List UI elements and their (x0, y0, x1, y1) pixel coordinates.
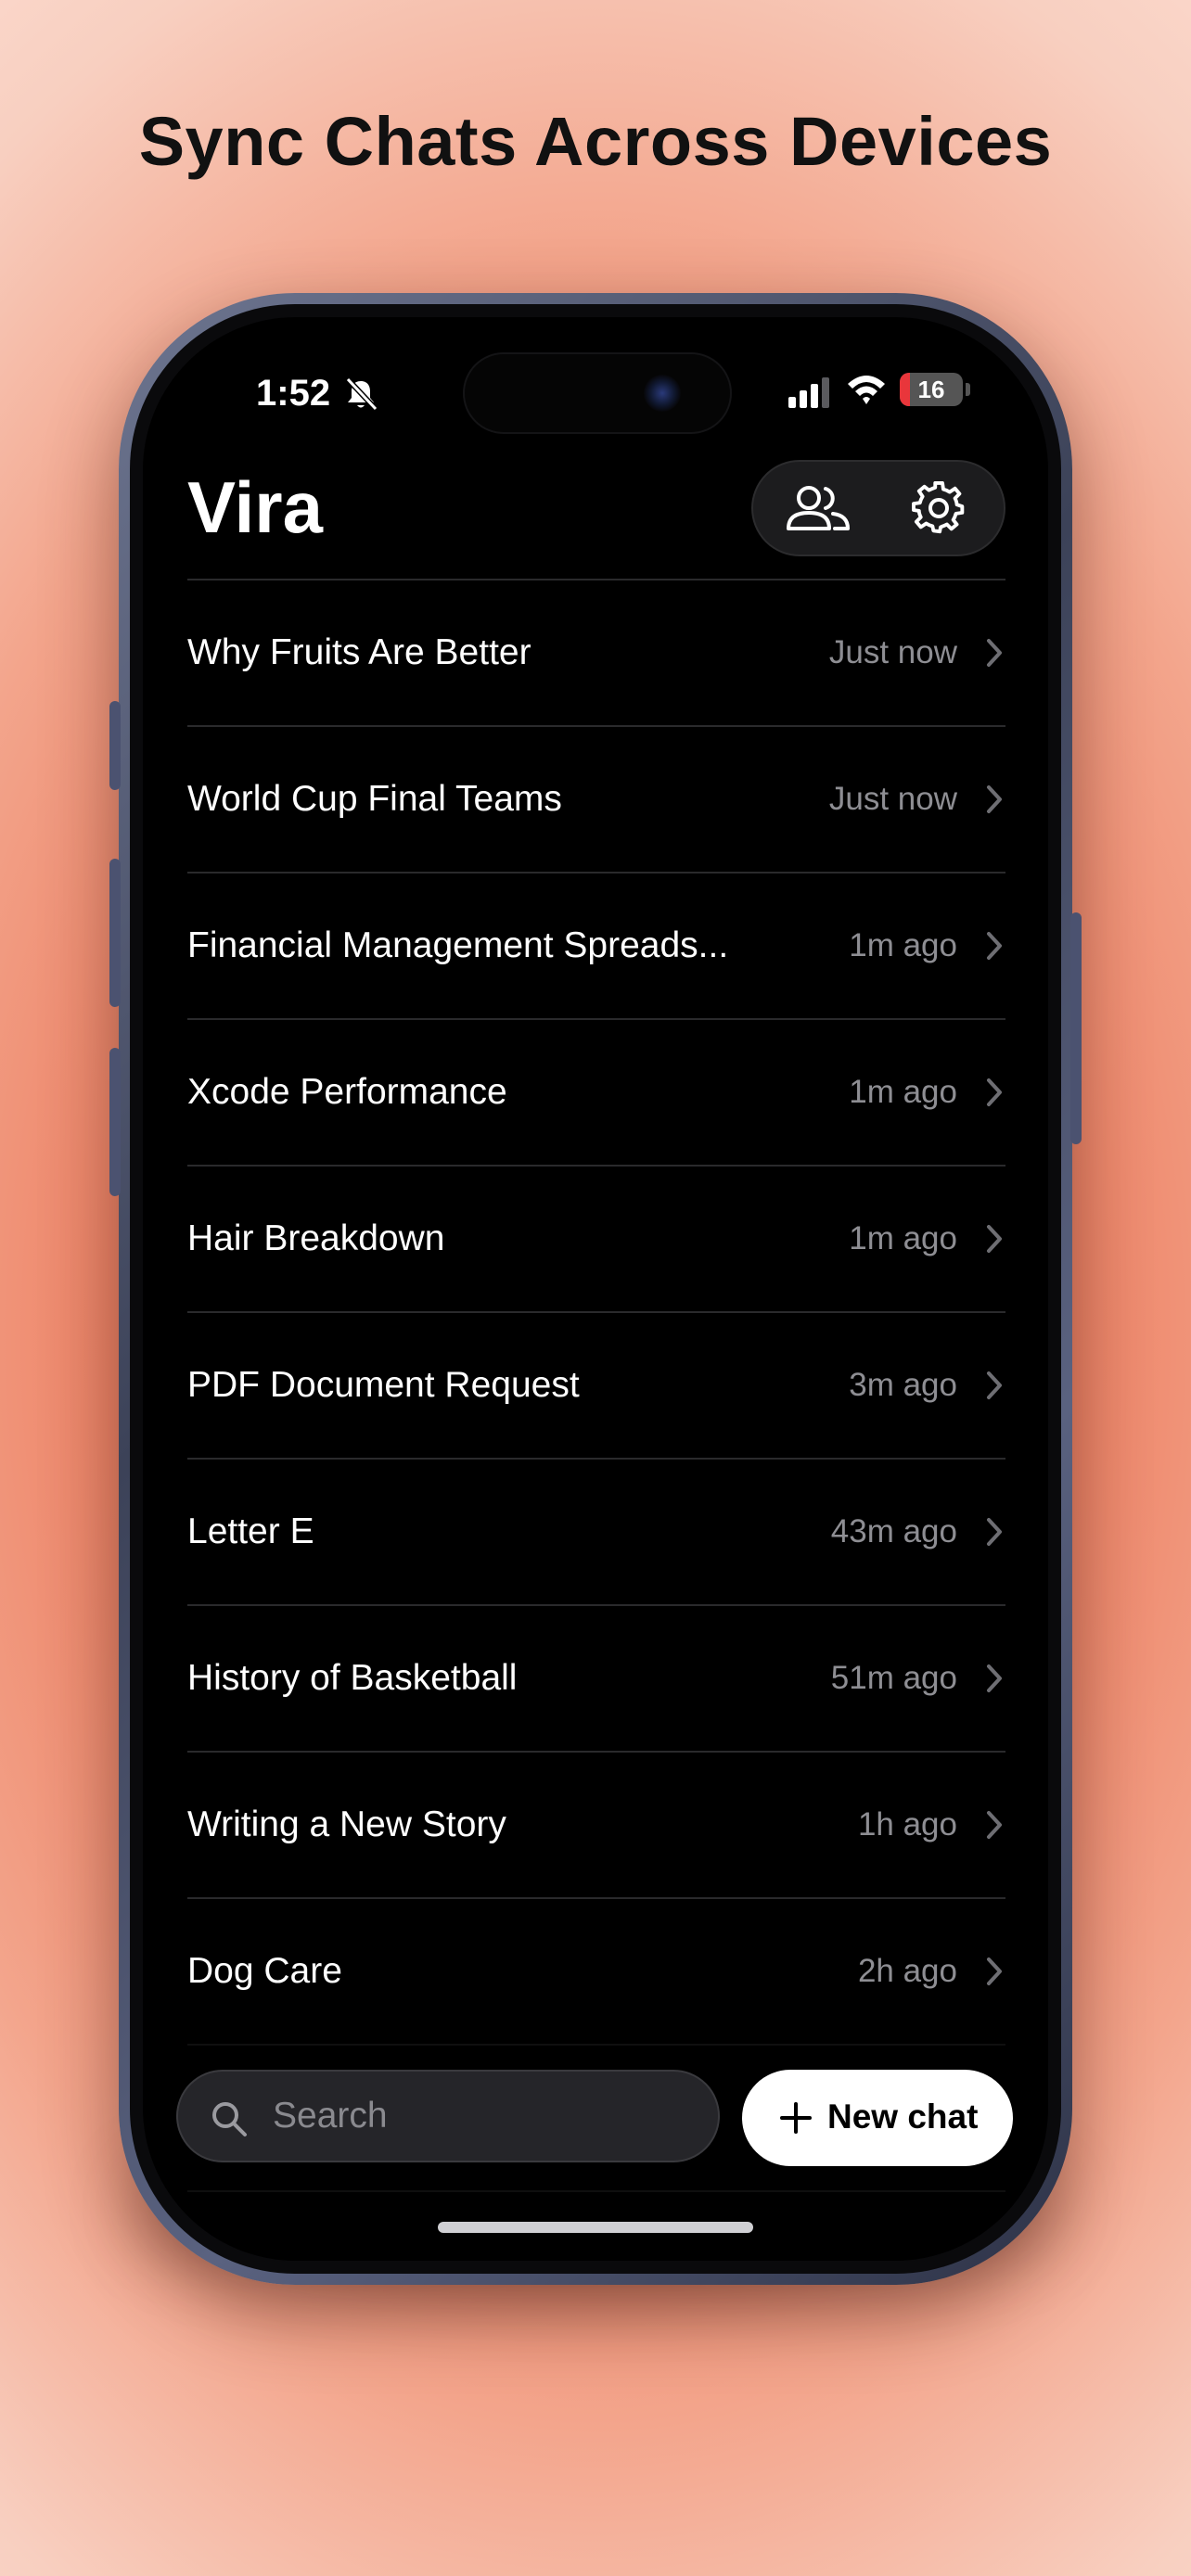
chevron-right-icon (987, 1664, 1002, 1692)
chat-timestamp: 1m ago (849, 1220, 957, 1256)
search-input[interactable]: Search (273, 2096, 388, 2136)
chat-list-item[interactable]: Writing a New Story 1h ago (187, 1751, 1005, 1897)
chat-timestamp: 1m ago (849, 927, 957, 963)
wifi-icon (848, 376, 885, 404)
chat-title: Financial Management Spreads... (187, 925, 729, 965)
chat-title: World Cup Final Teams (187, 779, 562, 819)
chat-list-item[interactable]: Financial Management Spreads... 1m ago (187, 872, 1005, 1018)
search-field[interactable]: Search (176, 2070, 720, 2162)
chevron-right-icon (987, 1811, 1002, 1839)
status-time: 1:52 (256, 373, 331, 414)
status-bar: 1:52 16 (143, 317, 1048, 465)
chat-title: Why Fruits Are Better (187, 632, 531, 672)
new-chat-label: New chat (827, 2098, 979, 2136)
gear-icon (912, 481, 965, 534)
chevron-right-icon (987, 1958, 1002, 1985)
chat-list-item[interactable]: Xcode Performance 1m ago (187, 1018, 1005, 1165)
bottom-bar: Search New chat (176, 2070, 1015, 2166)
silent-bell-icon (345, 376, 378, 412)
chat-timestamp: 1h ago (857, 1806, 957, 1843)
search-icon (212, 2102, 247, 2136)
volume-down-button (109, 1048, 121, 1196)
battery-tip (966, 383, 970, 396)
battery-level: 16 (917, 376, 945, 403)
chat-timestamp: 1m ago (849, 1074, 957, 1110)
settings-button[interactable] (883, 462, 994, 555)
chat-timestamp: 51m ago (830, 1660, 957, 1696)
camera-lens (644, 375, 681, 412)
chat-title: History of Basketball (187, 1658, 518, 1698)
chat-timestamp: 43m ago (830, 1513, 957, 1549)
chat-timestamp: Just now (828, 781, 957, 817)
chat-title: Letter E (187, 1511, 314, 1551)
action-button (109, 701, 121, 790)
chevron-right-icon (987, 932, 1002, 960)
chat-title: Hair Breakdown (187, 1218, 445, 1258)
dynamic-island (463, 352, 732, 434)
chevron-right-icon (987, 1225, 1002, 1253)
chevron-right-icon (987, 785, 1002, 813)
volume-up-button (109, 859, 121, 1007)
promo-headline: Sync Chats Across Devices (138, 103, 1053, 180)
chat-title: Dog Care (187, 1951, 342, 1991)
chat-list-item[interactable]: PDF Document Request 3m ago (187, 1311, 1005, 1458)
home-indicator[interactable] (438, 2222, 753, 2233)
phone-screen: 1:52 16 Vira Why Fruits Are Better Just … (143, 317, 1048, 2261)
chat-list-item[interactable]: World Cup Final Teams Just now (187, 725, 1005, 872)
chevron-right-icon (987, 639, 1002, 667)
new-chat-button[interactable]: New chat (742, 2070, 1013, 2166)
chat-timestamp: Just now (828, 634, 957, 670)
chat-list-item[interactable]: Letter E 43m ago (187, 1458, 1005, 1604)
chat-title: PDF Document Request (187, 1365, 580, 1405)
power-button (1070, 912, 1082, 1144)
chevron-right-icon (987, 1078, 1002, 1106)
chat-title: Xcode Performance (187, 1072, 507, 1112)
chat-list-item[interactable]: History of Basketball 51m ago (187, 1604, 1005, 1751)
chat-list-item[interactable]: Dog Care 2h ago (187, 1897, 1005, 2044)
chat-list-item[interactable]: Hair Breakdown 1m ago (187, 1165, 1005, 1311)
chat-timestamp: 2h ago (857, 1953, 957, 1989)
chat-list-item[interactable]: Why Fruits Are Better Just now (187, 579, 1005, 725)
chat-list: Why Fruits Are Better Just now World Cup F… (187, 579, 1005, 2261)
header-actions (751, 460, 1005, 556)
chat-title: Writing a New Story (187, 1804, 506, 1844)
app-title: Vira (187, 466, 324, 548)
people-button[interactable] (762, 462, 874, 555)
chevron-right-icon (987, 1518, 1002, 1546)
people-icon (787, 486, 850, 530)
chevron-right-icon (987, 1371, 1002, 1399)
battery-icon: 16 (900, 373, 963, 406)
chat-timestamp: 3m ago (849, 1367, 957, 1403)
plus-icon (780, 2102, 812, 2134)
cellular-signal-icon (788, 377, 829, 408)
